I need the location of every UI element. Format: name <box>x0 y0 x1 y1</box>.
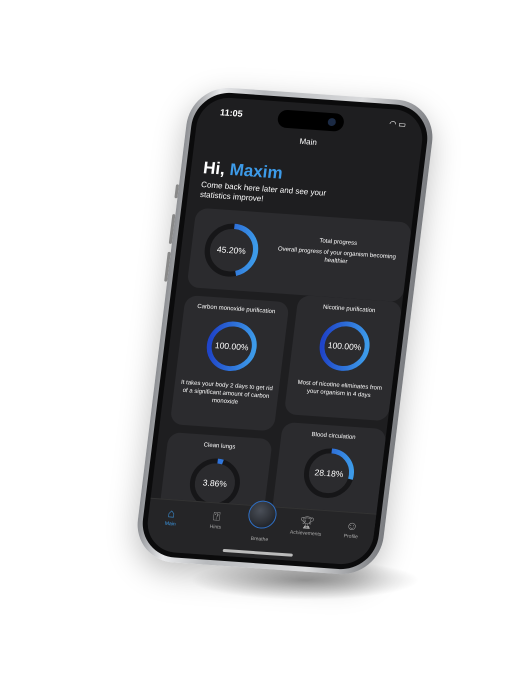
card-value: 28.18% <box>313 467 345 480</box>
blood-circulation-ring: 28.18% <box>298 443 361 502</box>
tab-hints[interactable]: ⍰ Hints <box>190 508 240 557</box>
card-description: Most of nicotine eliminates from your or… <box>297 379 383 400</box>
dynamic-island <box>276 109 345 132</box>
action-button <box>174 184 180 199</box>
page-title: Main <box>299 136 318 147</box>
status-time: 11:05 <box>219 107 244 119</box>
total-progress-card[interactable]: 45.20% Total progress Overall progress o… <box>186 207 413 303</box>
card-title: Clean lungs <box>203 442 236 451</box>
hint-icon: ⍰ <box>212 509 222 524</box>
tab-label: Breathe <box>250 535 269 544</box>
tab-label: Profile <box>343 533 359 541</box>
status-icons: ◠ ▭ <box>389 119 407 129</box>
total-progress-ring: 45.20% <box>198 218 265 282</box>
tab-main[interactable]: ⌂ Main <box>145 505 195 554</box>
trophy-icon: 🏆︎ <box>298 515 316 531</box>
tab-breathe[interactable]: Breathe <box>235 511 285 560</box>
phone-mockup: 11:05 ◠ ▭ Main Hi, Maxim Come back here … <box>133 85 437 577</box>
carbon-monoxide-card[interactable]: Carbon monoxide purification 100.00% It … <box>169 295 290 432</box>
tab-label: Hints <box>209 523 222 531</box>
greeting-hi: Hi, <box>202 158 227 179</box>
volume-up-button <box>168 214 176 244</box>
tab-label: Main <box>164 520 176 528</box>
card-title: Nicotine purification <box>322 304 376 315</box>
battery-icon: ▭ <box>397 119 407 130</box>
tab-profile[interactable]: ☺ Profile <box>325 517 375 566</box>
greeting: Hi, Maxim <box>202 158 284 183</box>
tab-achievements[interactable]: 🏆︎ Achievements <box>280 514 330 563</box>
home-icon: ⌂ <box>167 506 177 521</box>
card-value: 100.00% <box>327 340 362 353</box>
user-name: Maxim <box>228 160 284 183</box>
wifi-icon: ◠ <box>388 119 397 129</box>
volume-down-button <box>164 251 171 282</box>
nicotine-card[interactable]: Nicotine purification 100.00% Most of ni… <box>283 294 403 422</box>
camera-icon <box>327 117 337 127</box>
tab-label: Achievements <box>289 529 322 538</box>
total-progress-value: 45.20% <box>216 244 247 257</box>
card-title: Carbon monoxide purification <box>196 303 276 316</box>
app-screen: 11:05 ◠ ▭ Main Hi, Maxim Come back here … <box>144 95 426 567</box>
card-title: Blood circulation <box>311 431 356 442</box>
greeting-subtitle: Come back here later and see your statis… <box>199 180 327 204</box>
nicotine-ring: 100.00% <box>313 316 376 375</box>
card-description: It takes your body 2 days to get rid of … <box>180 379 274 406</box>
carbon-monoxide-ring: 100.00% <box>200 317 263 376</box>
card-value: 100.00% <box>214 340 250 353</box>
profile-icon: ☺ <box>345 518 360 534</box>
